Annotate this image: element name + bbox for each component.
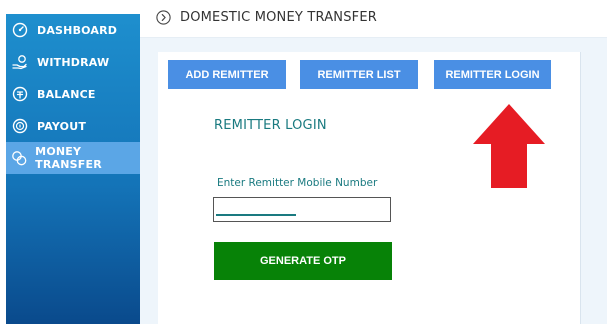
sidebar-item-money-transfer[interactable]: MONEY TRANSFER	[6, 142, 140, 174]
add-remitter-button[interactable]: ADD REMITTER	[168, 60, 286, 89]
hand-money-icon	[11, 53, 29, 71]
generate-otp-button[interactable]: GENERATE OTP	[214, 242, 392, 280]
chevron-right-circle-icon[interactable]	[156, 10, 171, 25]
sidebar-item-withdraw[interactable]: WITHDRAW	[6, 46, 140, 78]
remitter-login-button[interactable]: REMITTER LOGIN	[434, 60, 551, 89]
dashboard-gauge-icon	[11, 21, 29, 39]
sidebar-item-label: WITHDRAW	[37, 55, 110, 69]
sidebar-item-balance[interactable]: BALANCE	[6, 78, 140, 110]
sidebar-item-label: DASHBOARD	[37, 23, 118, 37]
sidebar-item-label: PAYOUT	[37, 119, 87, 133]
sidebar-top-gap	[6, 0, 140, 14]
sidebar: DASHBOARD WITHDRAW BALANCE PAYOUT MONEY …	[6, 14, 140, 324]
sidebar-item-label: BALANCE	[37, 87, 96, 101]
money-transfer-icon	[11, 149, 27, 167]
sidebar-item-dashboard[interactable]: DASHBOARD	[6, 14, 140, 46]
mobile-number-label: Enter Remitter Mobile Number	[217, 177, 378, 189]
page-title: DOMESTIC MONEY TRANSFER	[180, 10, 378, 25]
mobile-number-input[interactable]	[213, 197, 391, 222]
red-up-arrow-icon	[473, 104, 545, 188]
wallet-balance-icon	[11, 85, 29, 103]
remitter-list-button[interactable]: REMITTER LIST	[300, 60, 418, 89]
input-focus-underline	[216, 214, 296, 216]
form-title: REMITTER LOGIN	[214, 118, 327, 133]
payout-coin-icon	[11, 117, 29, 135]
sidebar-item-payout[interactable]: PAYOUT	[6, 110, 140, 142]
sidebar-item-label: MONEY TRANSFER	[35, 145, 102, 171]
